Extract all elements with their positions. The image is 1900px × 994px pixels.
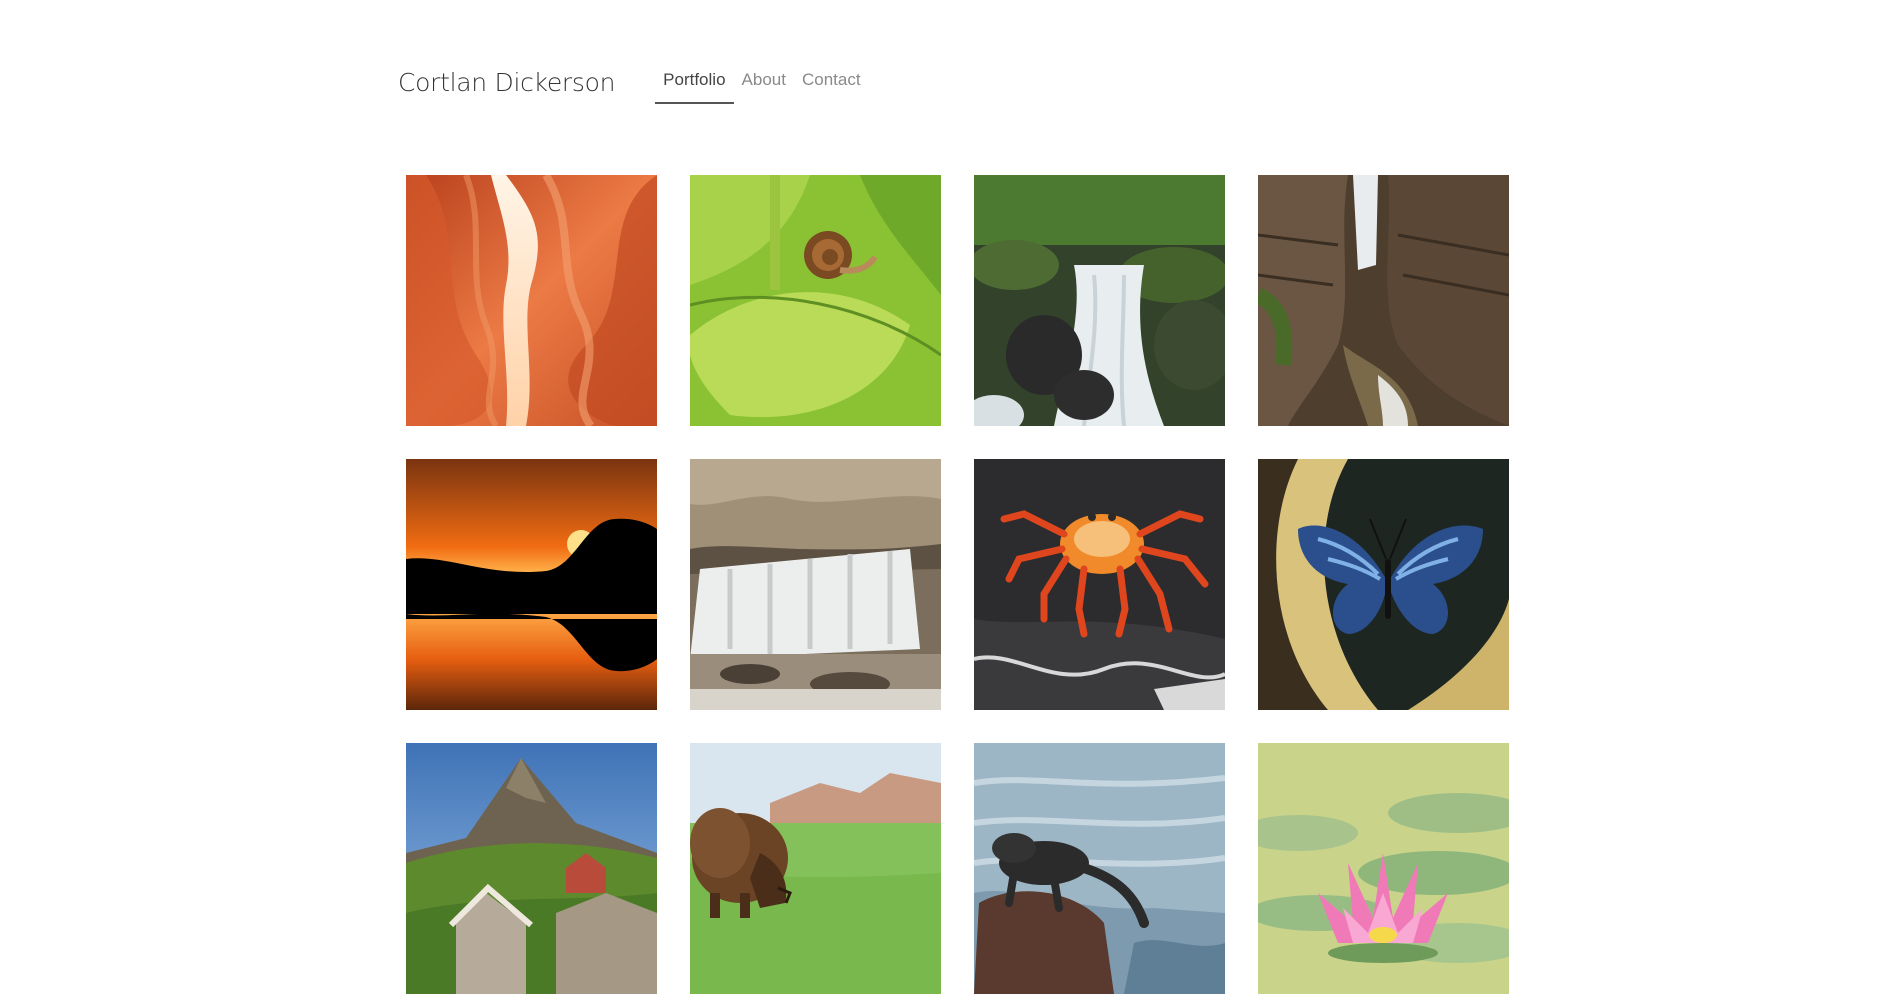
gorge-photo (1258, 175, 1509, 426)
site-title[interactable]: Cortlan Dickerson (398, 68, 615, 97)
cascade-photo (690, 459, 941, 710)
photo-tile-mountain[interactable] (406, 743, 657, 994)
photo-tile-mossy-waterfall[interactable] (974, 175, 1225, 426)
crab-photo (974, 459, 1225, 710)
photo-tile-butterfly[interactable] (1258, 459, 1509, 710)
photo-tile-snail[interactable] (690, 175, 941, 426)
site-header: Cortlan Dickerson Portfolio About Contac… (398, 60, 869, 104)
photo-tile-sunset[interactable] (406, 459, 657, 710)
nav-contact[interactable]: Contact (794, 60, 869, 104)
mossy-waterfall-photo (974, 175, 1225, 426)
photo-tile-iguana[interactable] (974, 743, 1225, 994)
photo-grid (406, 175, 1509, 994)
iguana-photo (974, 743, 1225, 994)
main-nav: Portfolio About Contact (655, 60, 868, 104)
photo-tile-crab[interactable] (974, 459, 1225, 710)
water-lily-photo (1258, 743, 1509, 994)
photo-tile-cascade[interactable] (690, 459, 941, 710)
mountain-photo (406, 743, 657, 994)
sunset-photo (406, 459, 657, 710)
photo-tile-water-lily[interactable] (1258, 743, 1509, 994)
slot-canyon-photo (406, 175, 657, 426)
photo-tile-gorge[interactable] (1258, 175, 1509, 426)
snail-photo (690, 175, 941, 426)
photo-tile-slot-canyon[interactable] (406, 175, 657, 426)
nav-about[interactable]: About (734, 60, 794, 104)
bison-photo (690, 743, 941, 994)
butterfly-photo (1258, 459, 1509, 710)
nav-portfolio[interactable]: Portfolio (655, 60, 734, 104)
photo-tile-bison[interactable] (690, 743, 941, 994)
